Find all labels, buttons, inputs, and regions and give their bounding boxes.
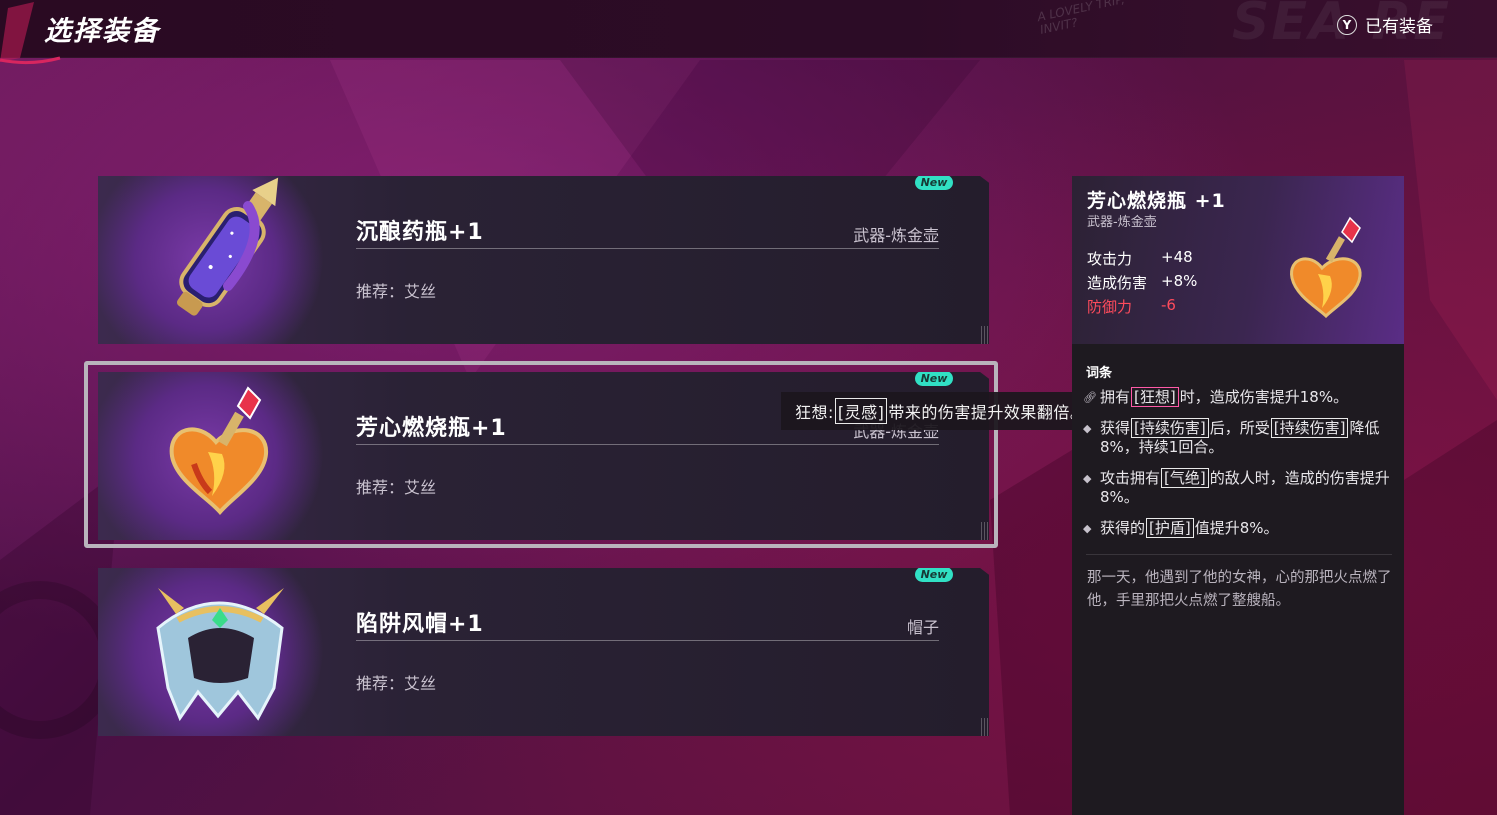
keyword-tag-highlighted: [狂想] <box>1131 387 1179 407</box>
detail-header: 芳心燃烧瓶 +1 武器-炼金壶 攻击力 +48 造成伤害 +8% 防御力 -6 <box>1072 176 1404 344</box>
stat-row: 攻击力 +48 <box>1087 248 1193 268</box>
divider-line <box>356 248 939 249</box>
heart-flame-flask-icon <box>1290 216 1362 319</box>
background-scribble: A LOVELY TRIP, INVIT? <box>1036 0 1126 37</box>
divider-line <box>356 640 939 641</box>
heart-flame-flask-icon <box>169 386 269 516</box>
detail-type: 武器-炼金壶 <box>1087 215 1157 230</box>
equipment-card-3[interactable]: New 陷阱风帽+1 帽子 推荐：艾丝 <box>98 568 989 736</box>
diamond-bullet-icon: ◆ <box>1083 472 1092 485</box>
card-art <box>98 372 338 540</box>
equipment-type: 武器-炼金壶 <box>853 226 939 245</box>
card-art <box>98 568 338 736</box>
recommend-label: 推荐：艾丝 <box>356 478 437 497</box>
owned-equipment-label: 已有装备 <box>1365 17 1433 37</box>
y-button-icon: Y <box>1337 14 1357 35</box>
divider-line <box>1086 554 1392 555</box>
stat-row: 造成伤害 +8% <box>1087 272 1198 292</box>
owned-equipment-button[interactable]: Y 已有装备 <box>1337 12 1433 37</box>
recommend-label: 推荐：艾丝 <box>356 674 437 693</box>
keyword-tag: [持续伤害] <box>1270 418 1349 438</box>
flavor-text: 那一天，他遇到了他的女神，心的那把火点燃了他，手里那把火点燃了整艘船。 <box>1087 570 1392 609</box>
new-badge: New <box>915 372 953 386</box>
ice-hood-icon <box>156 588 284 722</box>
keyword-tag: [持续伤害] <box>1131 418 1209 438</box>
recommend-label: 推荐：艾丝 <box>356 282 437 301</box>
affix-item: ◆ 获得的 [护盾] 值提升8%。 <box>1083 518 1279 538</box>
keyword-tag: [气绝] <box>1161 468 1209 488</box>
diamond-bullet-icon: ◆ <box>1083 522 1092 535</box>
affix-item: ◆ 攻击拥有 [气绝] 的敌人时，造成的伤害提升8%。 <box>1083 468 1390 506</box>
detail-name: 芳心燃烧瓶 +1 <box>1087 190 1226 212</box>
equipment-card-1[interactable]: New 沉酿药瓶+1 武器-炼金壶 推荐：艾丝 <box>98 176 989 344</box>
keyword-tag: [护盾] <box>1146 518 1194 538</box>
diamond-bullet-icon: ◆ <box>1083 422 1092 435</box>
corner-hatch <box>981 326 989 344</box>
card-art <box>98 176 338 344</box>
keyword-tooltip: 狂想: [灵感] 带来的伤害提升效果翻倍。 <box>781 392 1093 430</box>
keyword-tag: [灵感] <box>834 398 888 424</box>
stat-row-negative: 防御力 -6 <box>1087 296 1176 316</box>
equipment-name: 芳心燃烧瓶+1 <box>356 416 507 441</box>
equipment-type: 帽子 <box>906 618 939 637</box>
link-icon: 🔗︎ <box>1083 391 1097 404</box>
corner-hatch <box>981 718 989 736</box>
new-badge: New <box>915 568 953 582</box>
purple-potion-bottle-icon <box>176 177 279 316</box>
equipment-name: 陷阱风帽+1 <box>356 612 484 637</box>
affix-item: ◆ 获得 [持续伤害] 后，所受 [持续伤害] 降低8%，持续1回合。 <box>1083 418 1380 456</box>
affix-item: 🔗︎ 拥有 [狂想] 时，造成伤害提升18%。 <box>1083 387 1349 407</box>
detail-panel: 芳心燃烧瓶 +1 武器-炼金壶 攻击力 +48 造成伤害 +8% 防御力 -6 词条 … <box>1072 176 1404 815</box>
top-bar: 选择装备 A LOVELY TRIP, INVIT? SEA RE Y 已有装备 <box>0 0 1497 65</box>
corner-hatch <box>981 522 989 540</box>
new-badge: New <box>915 176 953 190</box>
page-title: 选择装备 <box>44 16 160 47</box>
affix-section-title: 词条 <box>1086 366 1113 381</box>
divider-line <box>356 444 939 445</box>
equipment-name: 沉酿药瓶+1 <box>356 220 484 245</box>
